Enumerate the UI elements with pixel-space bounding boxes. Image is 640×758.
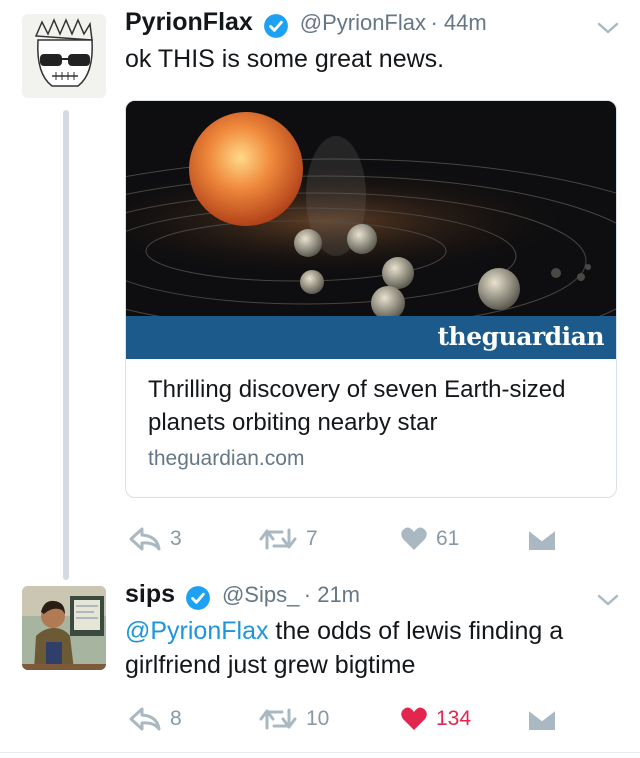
like-count: 134 [436, 707, 472, 730]
like-button[interactable]: 61 [400, 526, 459, 552]
card-image: theguardian [126, 101, 616, 359]
retweet-count: 10 [306, 707, 330, 730]
display-name[interactable]: PyrionFlax [125, 8, 253, 36]
like-button[interactable]: 134 [400, 706, 471, 732]
guardian-logo: theguardian [437, 322, 604, 351]
reply-icon [129, 707, 161, 731]
tweet-header: PyrionFlax @PyrionFlax · 44m [125, 8, 487, 39]
mention-link[interactable]: @PyrionFlax [125, 617, 268, 645]
verified-badge-icon [264, 13, 289, 38]
reply-icon [129, 527, 161, 551]
timestamp[interactable]: · 44m [430, 10, 486, 35]
verified-badge-icon [186, 585, 211, 610]
dm-icon[interactable] [527, 708, 557, 732]
user-handle[interactable]: @PyrionFlax [300, 10, 426, 35]
retweet-icon [259, 708, 297, 730]
retweet-icon [259, 528, 297, 550]
timestamp[interactable]: · 21m [304, 582, 360, 607]
display-name[interactable]: sips [125, 580, 175, 608]
retweet-button[interactable]: 10 [258, 706, 329, 732]
tweet-text: ok THIS is some great news. [125, 45, 445, 73]
chevron-down-icon[interactable] [596, 20, 620, 36]
reply-button[interactable]: 8 [128, 706, 182, 732]
dm-icon[interactable] [527, 528, 557, 552]
guardian-banner: theguardian [126, 316, 616, 359]
card-domain[interactable]: theguardian.com [148, 447, 304, 471]
heart-icon [401, 527, 427, 550]
like-count: 61 [436, 527, 460, 550]
heart-icon [401, 707, 427, 730]
link-card[interactable]: theguardian Thrilling discovery of seven… [125, 100, 617, 498]
thread-connector [63, 110, 69, 580]
retweet-count: 7 [306, 527, 318, 550]
avatar-sips[interactable] [22, 586, 106, 670]
reply-count: 8 [170, 707, 182, 730]
tweet-divider [0, 752, 640, 753]
user-handle[interactable]: @Sips_ [222, 582, 299, 607]
tweet-header: sips @Sips_ · 21m [125, 580, 360, 611]
avatar-pyrionflax[interactable] [22, 14, 106, 98]
retweet-button[interactable]: 7 [258, 526, 318, 552]
card-title[interactable]: Thrilling discovery of seven Earth-sized… [148, 373, 598, 439]
tweet-text: @PyrionFlax the odds of lewis finding a … [125, 614, 620, 682]
reply-count: 3 [170, 527, 182, 550]
reply-button[interactable]: 3 [128, 526, 182, 552]
skull-avatar-icon [22, 14, 106, 98]
chevron-down-icon[interactable] [596, 592, 620, 608]
person-avatar-icon [22, 586, 106, 670]
